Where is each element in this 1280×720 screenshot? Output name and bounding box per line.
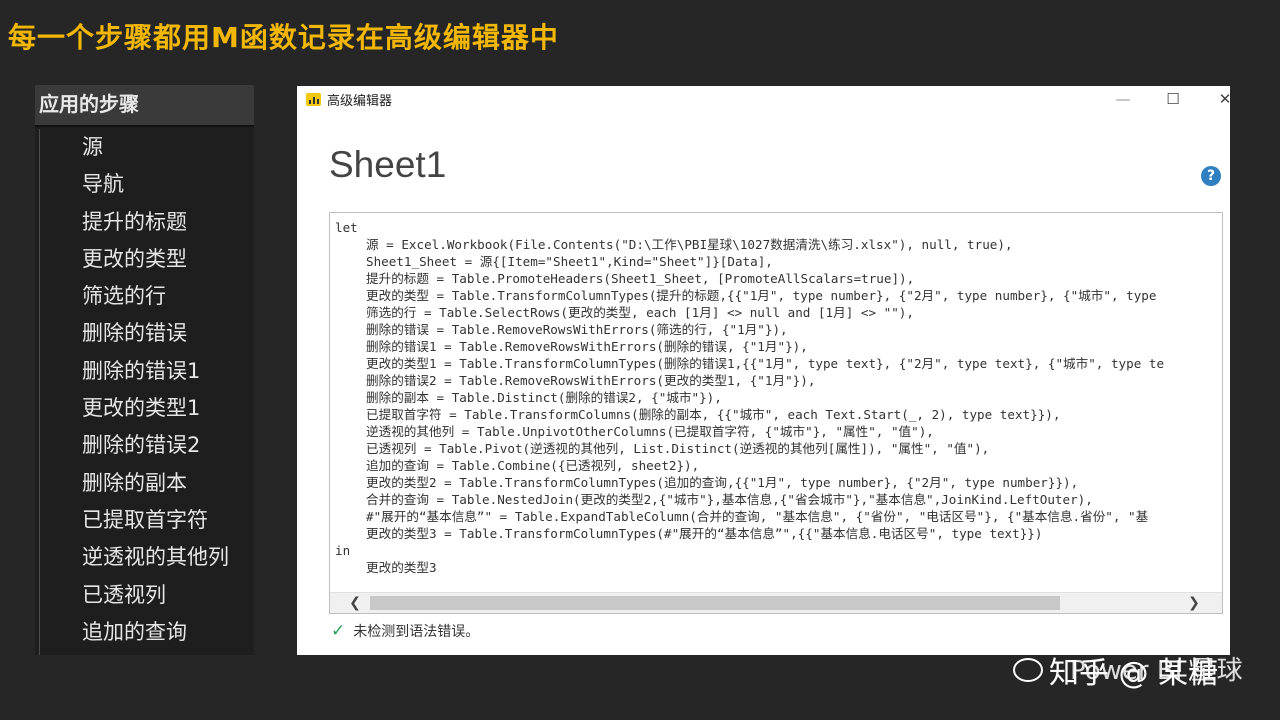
code-line: 删除的错误 = Table.RemoveRowsWithErrors(筛选的行,…: [366, 322, 788, 337]
window-title: 高级编辑器: [327, 94, 393, 109]
code-line: 提升的标题 = Table.PromoteHeaders(Sheet1_Shee…: [366, 271, 915, 286]
code-lines: let 源 = Excel.Workbook(File.Contents("D:\…: [335, 219, 1222, 576]
applied-step-item[interactable]: 提升的标题: [40, 204, 254, 241]
applied-step-item[interactable]: 已提取首字符: [40, 502, 254, 539]
applied-steps-header: 应用的步骤: [35, 85, 254, 127]
code-line: let: [335, 220, 358, 235]
scrollbar-thumb[interactable]: [370, 596, 1060, 610]
code-line: 已提取首字符 = Table.TransformColumns(删除的副本, {…: [366, 407, 1061, 422]
slide-title: 每一个步骤都用M函数记录在高级编辑器中: [8, 21, 559, 54]
help-icon[interactable]: ?: [1201, 166, 1221, 186]
applied-step-item[interactable]: 删除的错误: [40, 315, 254, 352]
applied-step-item[interactable]: 已透视列: [40, 577, 254, 614]
applied-step-item[interactable]: 筛选的行: [40, 278, 254, 315]
syntax-status: ✓ 未检测到语法错误。: [331, 621, 479, 641]
horizontal-scrollbar[interactable]: ❮ ❯: [330, 592, 1222, 613]
query-name-heading: Sheet1: [329, 144, 447, 185]
applied-step-item[interactable]: 追加的查询: [40, 614, 254, 651]
maximize-button[interactable]: ☐: [1151, 86, 1195, 112]
code-line: Sheet1_Sheet = 源{[Item="Sheet1",Kind="Sh…: [366, 254, 773, 269]
applied-steps-list: 源导航 提升的标题 更改的类型 筛选的行 删除的错误 删除的错误1 更改的类型1 删除的错误2…: [39, 129, 254, 655]
scroll-left-arrow-icon[interactable]: ❮: [346, 594, 364, 612]
code-line: 源 = Excel.Workbook(File.Contents("D:\工作\…: [366, 237, 1013, 252]
watermark-overlay-text: Power BI 星球: [1070, 656, 1243, 686]
code-line: 合并的查询 = Table.NestedJoin(更改的类型2,{"城市"},基…: [366, 492, 1093, 507]
applied-step-item[interactable]: 源: [40, 129, 254, 166]
code-line: #"展开的“基本信息”" = Table.ExpandTableColumn(合…: [366, 509, 1149, 524]
maximize-icon: ☐: [1166, 90, 1180, 108]
scroll-right-arrow-icon[interactable]: ❯: [1185, 594, 1203, 612]
wechat-icon: [1013, 658, 1043, 682]
minimize-icon: —: [1115, 90, 1131, 108]
code-line: 筛选的行 = Table.SelectRows(更改的类型, each [1月]…: [366, 305, 914, 320]
code-line: 已透视列 = Table.Pivot(逆透视的其他列, List.Distinc…: [366, 441, 990, 456]
applied-step-item[interactable]: 删除的错误1: [40, 353, 254, 390]
code-line: in: [335, 543, 351, 558]
applied-step-item[interactable]: 删除的副本: [40, 465, 254, 502]
applied-steps-panel: 应用的步骤 源导航 提升的标题 更改的类型 筛选的行 删除的错误 删除的错误1 更改的类型1…: [35, 85, 254, 655]
code-line: 更改的类型3 = Table.TransformColumnTypes(#"展开…: [366, 526, 1043, 541]
powerbi-app-icon: [306, 93, 321, 106]
editor-titlebar: 高级编辑器 — ☐ ✕: [297, 86, 1230, 112]
minimize-button[interactable]: —: [1101, 86, 1145, 112]
applied-step-item[interactable]: 删除的错误2: [40, 427, 254, 464]
check-icon: ✓: [331, 621, 346, 641]
code-line: 删除的错误2 = Table.RemoveRowsWithErrors(更改的类…: [366, 373, 816, 388]
code-line: 更改的类型2 = Table.TransformColumnTypes(追加的查…: [366, 475, 1079, 490]
code-line: 删除的错误1 = Table.RemoveRowsWithErrors(删除的错…: [366, 339, 808, 354]
close-button[interactable]: ✕: [1203, 86, 1230, 112]
applied-step-item[interactable]: 更改的类型: [40, 241, 254, 278]
m-code-editor[interactable]: let 源 = Excel.Workbook(File.Contents("D:\…: [329, 212, 1223, 614]
code-line: 逆透视的其他列 = Table.UnpivotOtherColumns(已提取首…: [366, 424, 934, 439]
code-line: 追加的查询 = Table.Combine({已透视列, sheet2}),: [366, 458, 700, 473]
close-icon: ✕: [1218, 90, 1230, 108]
code-line: 删除的副本 = Table.Distinct(删除的错误2, {"城市"}),: [366, 390, 722, 405]
applied-step-item[interactable]: 导航: [40, 166, 254, 203]
syntax-status-text: 未检测到语法错误。: [353, 624, 480, 640]
applied-step-item[interactable]: 逆透视的其他列: [40, 539, 254, 576]
advanced-editor-window: 高级编辑器 — ☐ ✕ Sheet1 ? let 源 = Excel.Workbo…: [297, 86, 1230, 655]
code-line: 更改的类型3: [366, 560, 437, 575]
code-line: 更改的类型 = Table.TransformColumnTypes(提升的标题…: [366, 288, 1157, 303]
code-line: 更改的类型1 = Table.TransformColumnTypes(删除的错…: [366, 356, 1165, 371]
applied-step-item[interactable]: 更改的类型1: [40, 390, 254, 427]
